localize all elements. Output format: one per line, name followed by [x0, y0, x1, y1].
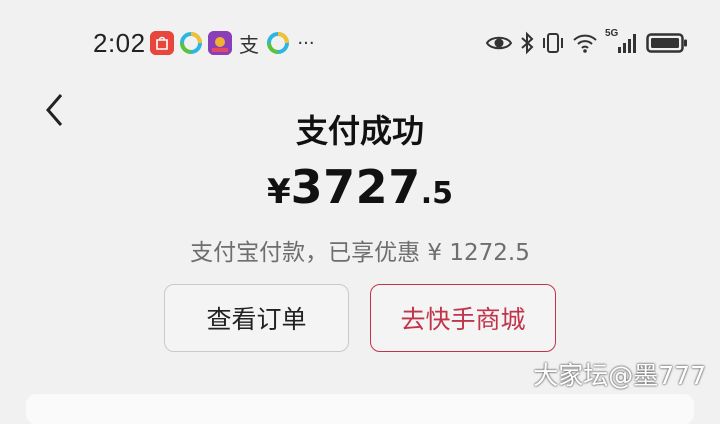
go-to-mall-button[interactable]: 去快手商城: [370, 284, 556, 352]
ring-app-icon: [266, 31, 290, 55]
bluetooth-icon: [520, 31, 534, 55]
view-order-button[interactable]: 查看订单: [164, 284, 349, 352]
game-app-icon: [208, 31, 232, 55]
status-bar: 2:02 支 ··· 5G: [0, 0, 720, 88]
currency-symbol: ¥: [267, 172, 291, 212]
eye-icon: [485, 32, 513, 54]
payment-method-discount: 支付宝付款，已享优惠 ¥ 1272.5: [190, 240, 530, 266]
alipay-icon: 支: [239, 32, 259, 57]
more-notifications-icon: ···: [297, 32, 315, 54]
watermark: 大家坛@墨777: [533, 361, 706, 390]
signal-5g-icon: 5G: [605, 28, 639, 55]
vibrate-icon: [541, 31, 565, 55]
status-time: 2:02: [93, 28, 146, 58]
battery-icon: [646, 31, 688, 55]
amount-decimal: .5: [420, 176, 453, 211]
huawei-mall-icon: [150, 31, 174, 55]
system-icons: 5G: [485, 28, 688, 55]
amount-integer: 3727: [290, 160, 421, 214]
ring-app-icon: [179, 31, 203, 55]
wifi-icon: [572, 32, 598, 54]
payment-amount: ¥3727.5: [0, 160, 720, 214]
page-title: 支付成功: [295, 112, 424, 150]
network-type-label: 5G: [605, 28, 619, 39]
notification-icons: 支 ···: [150, 31, 317, 57]
bottom-card: [26, 394, 694, 424]
